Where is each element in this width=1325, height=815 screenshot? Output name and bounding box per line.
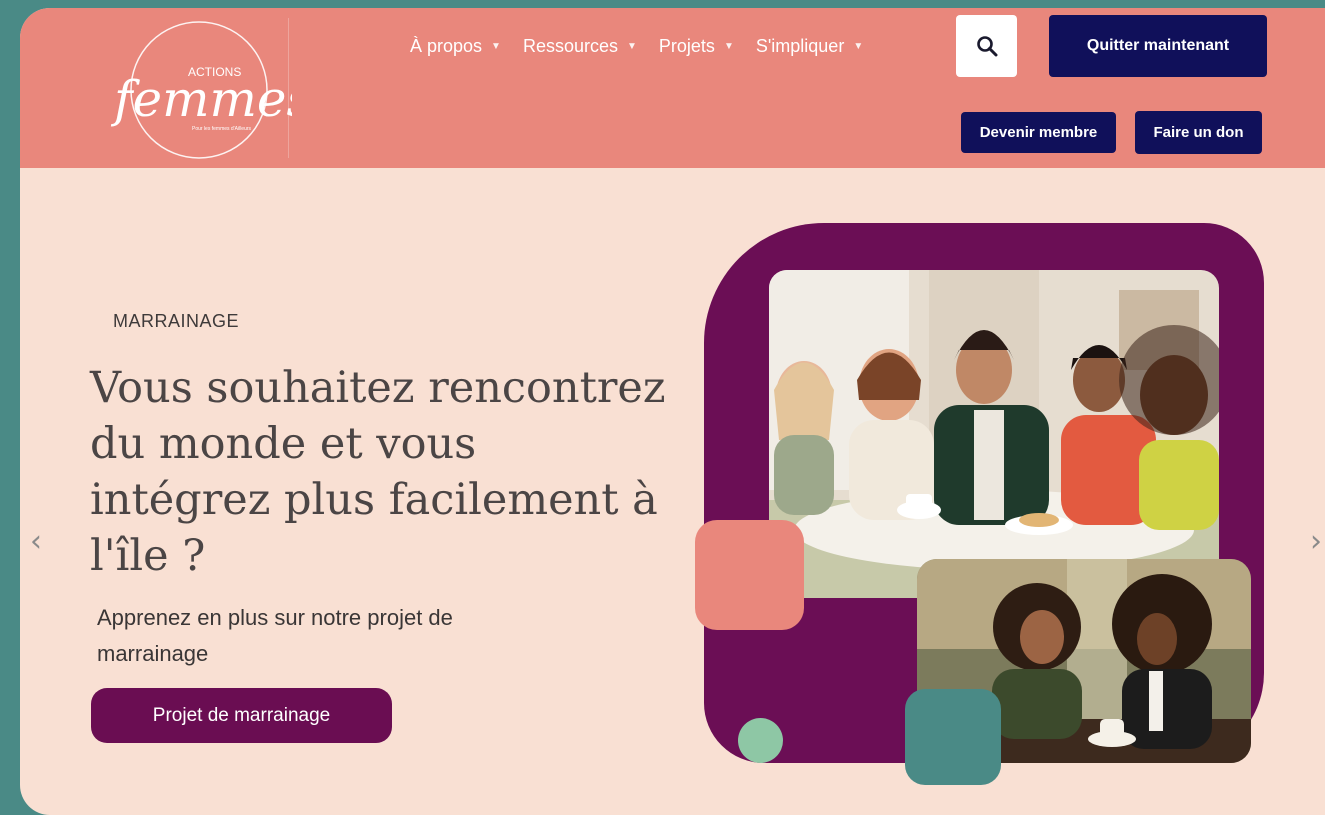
hero-subtitle: Apprenez en plus sur notre projet de mar…: [97, 605, 453, 666]
caret-down-icon: ▼: [627, 41, 637, 52]
page-frame: ACTIONS femmes Pour les femmes d'Ailleur…: [20, 8, 1325, 815]
mentorship-project-button[interactable]: Projet de marrainage: [91, 688, 392, 743]
caret-down-icon: ▼: [853, 41, 864, 52]
group-photo-illustration: [769, 270, 1219, 598]
nav-item-label: S'impliquer: [755, 36, 845, 56]
caret-down-icon: ▼: [723, 41, 734, 52]
search-icon: [976, 36, 997, 57]
site-header: ACTIONS femmes Pour les femmes d'Ailleur…: [20, 8, 1325, 168]
caret-down-icon: ▼: [491, 41, 501, 52]
nav-item-ressources[interactable]: Ressources ▼: [523, 36, 637, 57]
nav-item-s-impliquer[interactable]: S'impliquer ▼: [756, 36, 863, 57]
nav-item-label: Ressources: [522, 36, 618, 56]
group-photo: [769, 270, 1219, 598]
salmon-accent-square: [695, 520, 804, 630]
hero-eyebrow: MARRAINAGE: [113, 311, 240, 331]
nav-item-label: À propos: [410, 36, 483, 56]
nav-item-projets[interactable]: Projets ▼: [659, 36, 734, 57]
logo-graphic: ACTIONS femmes Pour les femmes d'Ailleur…: [110, 21, 292, 159]
nav-item-label: Projets: [658, 36, 715, 56]
logo-divider: [288, 18, 289, 158]
become-member-button[interactable]: Devenir membre: [961, 112, 1116, 153]
carousel-prev-arrow[interactable]: ‹: [30, 524, 42, 559]
logo-tagline: Pour les femmes d'Ailleurs: [192, 126, 252, 132]
main-nav: À propos ▼ Ressources ▼ Projets ▼ S'impl…: [410, 36, 885, 57]
quit-now-button[interactable]: Quitter maintenant: [1049, 15, 1267, 77]
mint-accent-dot: [738, 718, 783, 763]
search-button[interactable]: [956, 15, 1017, 77]
carousel-next-arrow[interactable]: ›: [1310, 524, 1322, 559]
logo-script-text: femmes: [110, 70, 292, 128]
teal-accent-square: [905, 689, 1001, 785]
site-logo[interactable]: ACTIONS femmes Pour les femmes d'Ailleur…: [102, 18, 292, 163]
nav-item-a-propos[interactable]: À propos ▼: [410, 36, 501, 57]
hero-title: Vous souhaitez rencontrez du monde et vo…: [90, 363, 666, 581]
donate-button[interactable]: Faire un don: [1135, 111, 1262, 154]
